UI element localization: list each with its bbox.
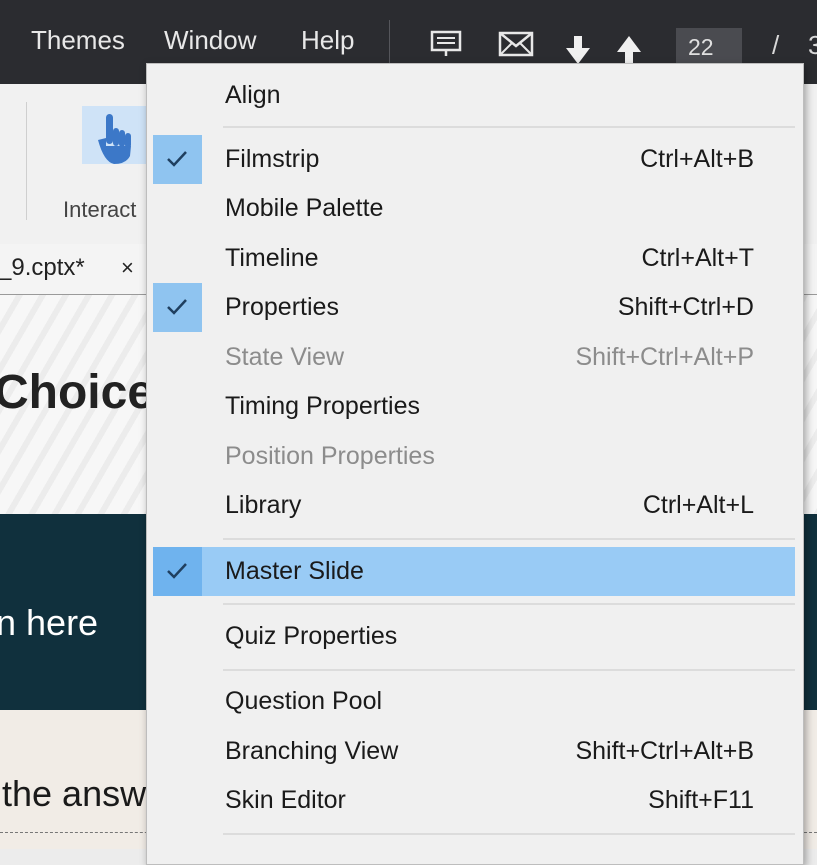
menu-item-label: State View — [225, 343, 345, 371]
interactions-label: Interact — [63, 197, 137, 222]
menu-item-skin-editor[interactable]: Skin Editor Shift+F11 — [153, 776, 795, 825]
menubar-divider — [389, 20, 390, 64]
menu-item-position-properties: Position Properties — [153, 432, 795, 481]
menu-item-timing-properties[interactable]: Timing Properties — [153, 382, 795, 431]
menu-item-label: Quiz Properties — [225, 622, 398, 650]
presentation-icon[interactable] — [430, 30, 462, 63]
menu-item-mobile-palette[interactable]: Mobile Palette — [153, 184, 795, 233]
checkmark-icon — [153, 283, 202, 332]
window-menu-dropdown: Align Filmstrip Ctrl+Alt+B Mobile Palett… — [146, 63, 804, 865]
menu-item-label: Library — [225, 491, 302, 519]
menu-item-master-slide[interactable]: Master Slide — [153, 547, 795, 596]
menu-separator — [223, 603, 795, 605]
close-tab-icon[interactable]: × — [121, 255, 134, 281]
menu-themes[interactable]: Themes — [31, 25, 125, 56]
menu-item-label: Skin Editor — [225, 786, 346, 814]
menu-item-align[interactable]: Align — [153, 71, 795, 120]
menu-item-library[interactable]: Library Ctrl+Alt+L — [153, 481, 795, 530]
document-tab[interactable]: _9.cptx* — [0, 254, 85, 282]
slide-title: Choice — [0, 366, 155, 419]
menu-item-shortcut: Shift+Ctrl+Alt+P — [575, 343, 754, 371]
menu-item-shortcut: Shift+Ctrl+D — [617, 293, 754, 321]
menu-item-shortcut: Ctrl+Alt+B — [640, 145, 754, 173]
menu-item-label: Position Properties — [225, 442, 435, 470]
menu-item-question-pool[interactable]: Question Pool — [153, 677, 795, 726]
menu-item-filmstrip[interactable]: Filmstrip Ctrl+Alt+B — [153, 135, 795, 184]
checkmark-icon — [153, 135, 202, 184]
checkmark-icon — [153, 547, 202, 596]
banner-text: n here — [0, 602, 99, 643]
menu-item-quiz-properties[interactable]: Quiz Properties — [153, 612, 795, 661]
menu-window[interactable]: Window — [164, 25, 256, 56]
question-text: the answ — [2, 773, 147, 814]
menu-item-label: Branching View — [225, 737, 399, 765]
menu-item-label: Timing Properties — [225, 392, 420, 420]
menu-separator — [223, 669, 795, 671]
ribbon-divider — [26, 102, 27, 220]
interactions-button[interactable] — [82, 106, 148, 164]
menu-separator — [223, 538, 795, 540]
page-total: 3 — [808, 30, 817, 60]
menu-separator — [223, 833, 795, 835]
menu-separator — [223, 126, 795, 128]
menu-item-shortcut: Ctrl+Alt+L — [642, 491, 754, 519]
menu-item-properties[interactable]: Properties Shift+Ctrl+D — [153, 283, 795, 332]
menu-item-state-view: State View Shift+Ctrl+Alt+P — [153, 333, 795, 382]
menu-item-timeline[interactable]: Timeline Ctrl+Alt+T — [153, 234, 795, 283]
mail-icon[interactable] — [498, 30, 534, 63]
menu-item-branching-view[interactable]: Branching View Shift+Ctrl+Alt+B — [153, 727, 795, 776]
menu-item-label: Timeline — [225, 244, 319, 272]
menu-item-shortcut: Shift+Ctrl+Alt+B — [575, 737, 754, 765]
menu-item-label: Properties — [225, 293, 339, 321]
menu-item-label: Align — [225, 81, 281, 109]
menu-item-label: Master Slide — [225, 557, 364, 585]
menu-help[interactable]: Help — [301, 25, 354, 56]
hand-pointer-icon — [92, 112, 136, 173]
page-slash: / — [772, 30, 780, 60]
menu-item-label: Mobile Palette — [225, 194, 384, 222]
menu-item-label: Question Pool — [225, 687, 383, 715]
menu-item-shortcut: Shift+F11 — [648, 786, 754, 814]
menu-item-shortcut: Ctrl+Alt+T — [641, 244, 754, 272]
menu-item-label: Filmstrip — [225, 145, 320, 173]
